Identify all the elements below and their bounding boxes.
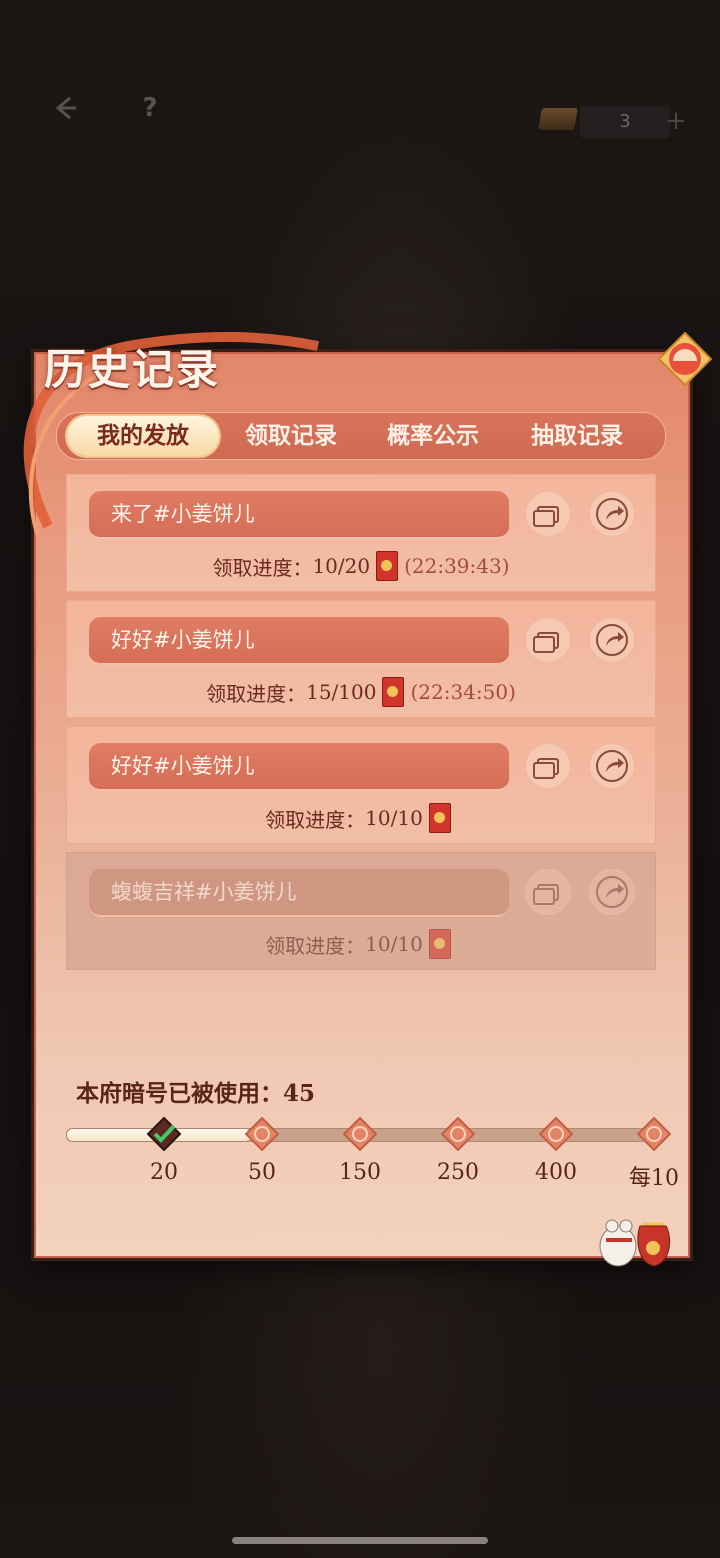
copy-icon [533, 758, 559, 779]
code-name: 蝮蝮吉祥#小姜饼儿 [111, 880, 297, 904]
back-arrow-icon [55, 96, 76, 120]
share-button[interactable] [589, 491, 635, 537]
share-button[interactable] [589, 869, 635, 915]
share-icon [596, 876, 628, 908]
red-envelope-icon [382, 677, 405, 707]
book-icon [538, 108, 578, 130]
milestone-achieved-icon[interactable] [147, 1117, 181, 1151]
tab-bar: 我的发放 领取记录 概率公示 抽取记录 [56, 412, 666, 460]
red-envelope-icon [376, 551, 399, 581]
help-button[interactable]: ? [130, 88, 170, 128]
milestone-label: 20 [150, 1160, 178, 1185]
milestone-label: 400 [535, 1160, 577, 1185]
copy-icon [533, 884, 559, 905]
add-resource-button[interactable]: + [660, 106, 692, 138]
code-name-bar: 来了#小姜饼儿 [89, 491, 509, 539]
copy-button[interactable] [525, 743, 571, 789]
milestone-reward-icon[interactable] [245, 1117, 279, 1151]
resource-count: 3 [580, 106, 670, 138]
fan-badge-icon [658, 332, 712, 386]
share-icon [596, 750, 628, 782]
page-title: 历史记录 [44, 345, 221, 394]
code-name: 好好#小姜饼儿 [111, 754, 255, 778]
claim-progress: 领取进度：10/10 [67, 929, 655, 959]
code-name: 来了#小姜饼儿 [111, 502, 255, 526]
question-icon: ? [142, 93, 158, 123]
milestone-reward-icon[interactable] [343, 1117, 377, 1151]
list-item: 好好#小姜饼儿 领取进度：10/10 [66, 726, 656, 844]
list-item: 来了#小姜饼儿 领取进度：10/20 (22:39:43) [66, 474, 656, 592]
top-hud: ? 3 + [0, 88, 720, 138]
share-icon [596, 498, 628, 530]
copy-button[interactable] [525, 491, 571, 537]
resource-display: 3 + [538, 106, 700, 138]
share-button[interactable] [589, 617, 635, 663]
code-name-bar: 好好#小姜饼儿 [89, 743, 509, 791]
code-name-bar: 好好#小姜饼儿 [89, 617, 509, 665]
mascot-with-lucky-bag-icon [599, 1219, 671, 1267]
copy-icon [533, 632, 559, 653]
tab-claim-records[interactable]: 领取记录 [221, 413, 361, 459]
milestone-label: 50 [248, 1160, 276, 1185]
tab-my-distribution[interactable]: 我的发放 [67, 416, 219, 456]
red-envelope-icon [428, 803, 451, 833]
milestone-reward-icon[interactable] [637, 1117, 671, 1151]
claim-progress: 领取进度：10/20 (22:39:43) [67, 551, 655, 581]
code-name-bar: 蝮蝮吉祥#小姜饼儿 [89, 869, 509, 917]
list-item: 蝮蝮吉祥#小姜饼儿 领取进度：10/10 [66, 852, 656, 970]
milestone-reward-icon[interactable] [441, 1117, 475, 1151]
claim-progress: 领取进度：10/10 [67, 803, 655, 833]
usage-count-label: 本府暗号已被使用：45 [76, 1080, 316, 1107]
red-envelope-icon [428, 929, 451, 959]
copy-button[interactable] [525, 617, 571, 663]
milestone-label: 150 [339, 1160, 381, 1185]
tab-draw-records[interactable]: 抽取记录 [507, 413, 647, 459]
milestone-reward-icon[interactable] [539, 1117, 573, 1151]
copy-button[interactable] [525, 869, 571, 915]
home-indicator[interactable] [232, 1537, 488, 1544]
back-button[interactable] [46, 88, 86, 128]
code-name: 好好#小姜饼儿 [111, 628, 255, 652]
milestone-label: 每10 [629, 1166, 679, 1191]
tab-probability[interactable]: 概率公示 [363, 413, 503, 459]
claim-progress: 领取进度：15/100 (22:34:50) [67, 677, 655, 707]
milestone-label: 250 [437, 1160, 479, 1185]
copy-icon [533, 506, 559, 527]
share-button[interactable] [589, 743, 635, 789]
share-icon [596, 624, 628, 656]
list-item: 好好#小姜饼儿 领取进度：15/100 (22:34:50) [66, 600, 656, 718]
